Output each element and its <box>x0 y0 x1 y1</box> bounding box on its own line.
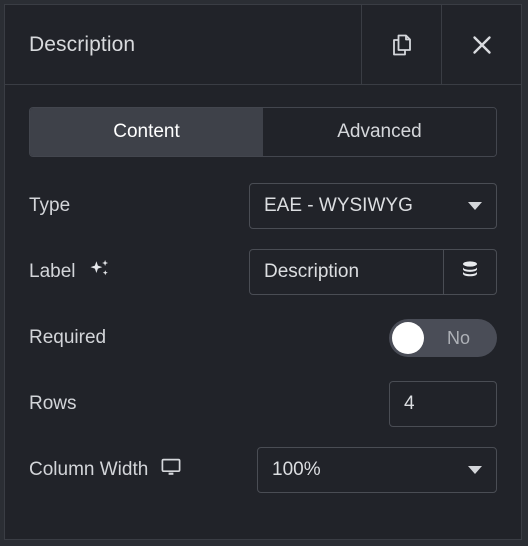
copy-icon <box>389 32 415 58</box>
required-control: No <box>389 319 497 357</box>
required-toggle[interactable]: No <box>389 319 497 357</box>
chevron-down-icon <box>468 202 482 210</box>
tab-advanced[interactable]: Advanced <box>263 108 496 156</box>
field-row-rows: Rows <box>29 381 497 427</box>
label-input[interactable] <box>250 250 443 294</box>
field-row-column-width: Column Width 100% <box>29 447 497 493</box>
field-row-label: Label <box>29 249 497 295</box>
column-width-label: Column Width <box>29 456 257 484</box>
settings-tabs: Content Advanced <box>29 107 497 157</box>
type-control: EAE - WYSIWYG <box>249 183 497 229</box>
type-label-text: Type <box>29 195 71 216</box>
label-label-text: Label <box>29 261 76 282</box>
label-control <box>249 249 497 295</box>
panel-header: Description <box>5 5 521 85</box>
column-width-select-value: 100% <box>272 459 321 480</box>
rows-label-text: Rows <box>29 393 77 414</box>
column-width-control: 100% <box>257 447 497 493</box>
tab-content[interactable]: Content <box>30 108 263 156</box>
close-button[interactable] <box>441 5 521 84</box>
database-icon <box>459 259 481 286</box>
type-select[interactable]: EAE - WYSIWYG <box>249 183 497 229</box>
column-width-select[interactable]: 100% <box>257 447 497 493</box>
required-toggle-value: No <box>446 327 470 348</box>
panel-body: Content Advanced Type EAE - WYSIWYG Labe… <box>5 85 521 539</box>
required-label: Required <box>29 327 389 349</box>
field-row-type: Type EAE - WYSIWYG <box>29 183 497 229</box>
required-label-text: Required <box>29 327 107 348</box>
rows-input[interactable] <box>389 381 497 427</box>
page-title: Description <box>29 32 136 56</box>
chevron-down-icon <box>468 466 482 474</box>
label-database-button[interactable] <box>443 250 496 294</box>
rows-control <box>389 381 497 427</box>
desktop-icon[interactable] <box>160 456 182 484</box>
duplicate-button[interactable] <box>361 5 441 84</box>
close-icon <box>469 32 495 58</box>
description-settings-panel: Description Content Advanced Type EAE - … <box>4 4 522 540</box>
label-label: Label <box>29 257 249 287</box>
field-row-required: Required No <box>29 315 497 361</box>
rows-label: Rows <box>29 393 389 415</box>
column-width-label-text: Column Width <box>29 459 149 480</box>
sparkle-icon[interactable] <box>88 257 112 287</box>
type-label: Type <box>29 195 249 217</box>
label-input-group <box>249 249 497 295</box>
toggle-knob <box>392 322 424 354</box>
type-select-value: EAE - WYSIWYG <box>264 195 413 216</box>
